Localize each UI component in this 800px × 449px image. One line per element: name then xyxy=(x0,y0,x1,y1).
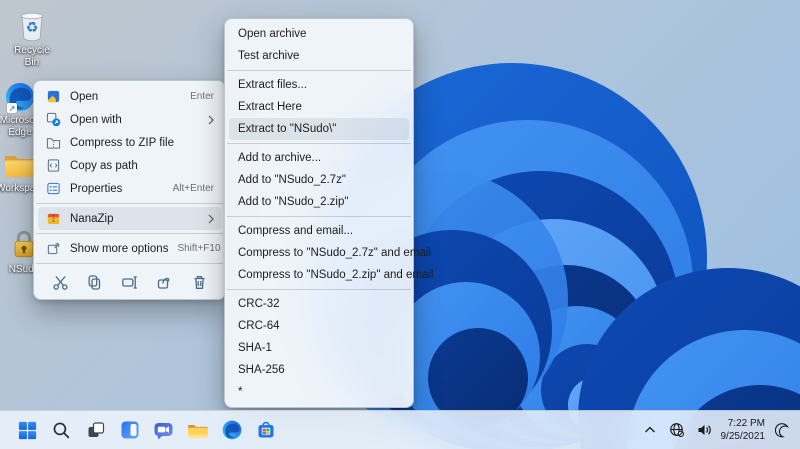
menu-item-shortcut: Enter xyxy=(190,91,214,102)
menu-item[interactable]: Open archive xyxy=(229,23,409,45)
rename-icon[interactable] xyxy=(117,271,143,293)
task-view-button[interactable] xyxy=(82,417,109,444)
quick-actions-row xyxy=(34,267,225,295)
menu-separator xyxy=(227,289,411,290)
menu-item-show-more-options[interactable]: Show more options Shift+F10 xyxy=(38,237,221,260)
edge-button[interactable] xyxy=(218,417,245,444)
taskbar-buttons xyxy=(14,417,279,444)
menu-item-label: Compress to ZIP file xyxy=(70,136,174,149)
focus-assist-moon-icon[interactable] xyxy=(772,418,792,442)
recycle-bin-icon: ♻ xyxy=(20,12,44,42)
windows-desktop: ♻ Recycle Bin ↗ Microsoft Edge Workspace xyxy=(0,0,800,449)
clock-time: 7:22 PM xyxy=(727,418,765,429)
menu-item-nanazip[interactable]: NanaZip xyxy=(38,207,221,230)
menu-separator xyxy=(36,203,223,204)
edge-icon xyxy=(222,420,241,440)
menu-item[interactable]: Add to "NSudo_2.zip" xyxy=(229,191,409,213)
menu-separator xyxy=(227,216,411,217)
open-with-icon xyxy=(45,112,61,128)
menu-item-shortcut: Shift+F10 xyxy=(177,243,221,254)
menu-item-label: Show more options xyxy=(70,242,169,255)
menu-item[interactable]: Test archive xyxy=(229,45,409,67)
menu-item[interactable]: Extract Here xyxy=(229,96,409,118)
search-icon xyxy=(53,422,70,438)
clock-date: 9/25/2021 xyxy=(720,431,766,442)
context-menu: Open Enter Open with Compress to ZIP fil… xyxy=(33,80,226,300)
menu-item-open-with[interactable]: Open with xyxy=(38,108,221,131)
menu-item[interactable]: CRC-64 xyxy=(229,315,409,337)
menu-item[interactable]: Add to "NSudo_2.7z" xyxy=(229,169,409,191)
task-view-icon xyxy=(88,422,104,437)
menu-item[interactable]: Compress to "NSudo_2.zip" and email xyxy=(229,264,433,286)
desktop-icon-recycle-bin[interactable]: ♻ Recycle Bin xyxy=(6,6,58,68)
app-icon xyxy=(45,89,61,105)
copy-icon[interactable] xyxy=(82,271,108,293)
taskbar-clock[interactable]: 7:22 PM 9/25/2021 xyxy=(721,417,766,443)
chevron-right-icon xyxy=(208,214,214,224)
menu-item-label: Open xyxy=(70,90,99,103)
windows-logo-icon xyxy=(18,421,37,439)
chevron-right-icon xyxy=(208,115,214,125)
file-explorer-icon xyxy=(187,424,208,438)
widgets-button[interactable] xyxy=(116,417,143,444)
store-button[interactable] xyxy=(252,417,279,444)
menu-item-label: Open with xyxy=(70,113,122,126)
taskbar: 7:22 PM 9/25/2021 xyxy=(0,410,800,449)
menu-separator xyxy=(227,143,411,144)
menu-item-compress-zip[interactable]: Compress to ZIP file xyxy=(38,131,221,154)
tray-chevron-up-icon[interactable] xyxy=(640,418,660,442)
menu-item[interactable]: SHA-256 xyxy=(229,359,409,381)
menu-item[interactable]: SHA-1 xyxy=(229,337,409,359)
menu-item[interactable]: Add to archive... xyxy=(229,147,409,169)
menu-separator xyxy=(36,263,223,264)
file-explorer-button[interactable] xyxy=(184,417,211,444)
properties-icon xyxy=(45,181,61,197)
copy-path-icon xyxy=(45,158,61,174)
share-icon[interactable] xyxy=(151,271,177,293)
menu-item-open[interactable]: Open Enter xyxy=(38,85,221,108)
shortcut-arrow-icon: ↗ xyxy=(7,103,17,113)
show-more-icon xyxy=(45,241,61,257)
menu-item-label: NanaZip xyxy=(70,212,114,225)
svg-text:♻: ♻ xyxy=(26,19,39,35)
menu-item-label: Copy as path xyxy=(70,159,138,172)
cut-icon[interactable] xyxy=(47,271,73,293)
menu-item-label: Properties xyxy=(70,182,123,195)
menu-item-shortcut: Alt+Enter xyxy=(172,183,214,194)
menu-item[interactable]: CRC-32 xyxy=(229,293,409,315)
widgets-icon xyxy=(121,421,138,439)
delete-icon[interactable] xyxy=(186,271,212,293)
chat-button[interactable] xyxy=(150,417,177,444)
menu-item-properties[interactable]: Properties Alt+Enter xyxy=(38,177,221,200)
volume-icon[interactable] xyxy=(694,418,714,442)
menu-item[interactable]: * xyxy=(229,381,409,403)
zip-folder-icon xyxy=(45,135,61,151)
store-icon xyxy=(258,421,273,438)
menu-separator xyxy=(36,233,223,234)
menu-item-highlighted[interactable]: Extract to "NSudo\" xyxy=(229,118,409,140)
start-button[interactable] xyxy=(14,417,41,444)
desktop-icon-label: Recycle Bin xyxy=(14,45,50,68)
nanazip-submenu: Open archive Test archive Extract files.… xyxy=(224,18,433,408)
nanazip-icon xyxy=(45,211,61,227)
search-button[interactable] xyxy=(48,417,75,444)
system-tray: 7:22 PM 9/25/2021 xyxy=(640,417,793,443)
menu-item[interactable]: Compress and email... xyxy=(229,220,409,242)
menu-separator xyxy=(227,70,411,71)
menu-item[interactable]: Compress to "NSudo_2.7z" and email xyxy=(229,242,431,264)
network-globe-icon[interactable] xyxy=(667,418,687,442)
chat-icon xyxy=(154,422,173,439)
menu-item-copy-as-path[interactable]: Copy as path xyxy=(38,154,221,177)
menu-item[interactable]: Extract files... xyxy=(229,74,409,96)
